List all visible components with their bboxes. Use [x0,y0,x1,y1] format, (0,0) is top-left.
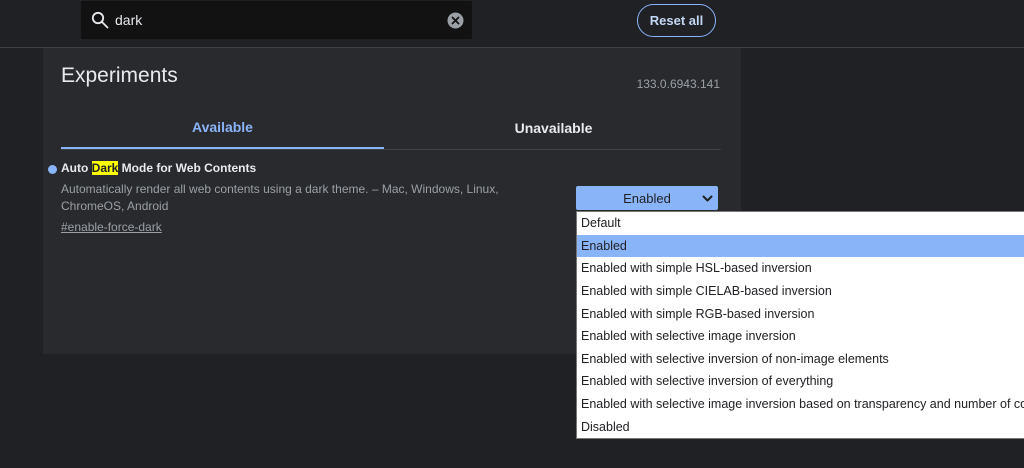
flag-title-prefix: Auto [61,161,92,175]
flag-title: Auto Dark Mode for Web Contents [61,161,256,175]
page-title: Experiments [61,64,178,87]
tab-available[interactable]: Available [61,106,384,149]
select-dropdown-list: Default Enabled Enabled with simple HSL-… [576,211,1024,439]
version-label: 133.0.6943.141 [636,77,720,91]
flag-description: Automatically render all web contents us… [61,182,499,213]
modified-indicator-dot [48,165,57,174]
search-box[interactable] [81,1,472,39]
dropdown-option[interactable]: Enabled with selective image inversion [577,325,1024,348]
tab-bar: Available Unavailable [61,106,721,150]
dropdown-option[interactable]: Enabled with simple HSL-based inversion [577,257,1024,280]
dropdown-option[interactable]: Enabled with selective inversion of ever… [577,370,1024,393]
clear-search-icon[interactable] [447,12,464,29]
flag-title-suffix: Mode for Web Contents [118,161,257,175]
dropdown-option[interactable]: Enabled with simple RGB-based inversion [577,302,1024,325]
flag-state-select[interactable]: Enabled [576,186,718,210]
search-input[interactable] [115,1,435,39]
flag-permalink[interactable]: #enable-force-dark [61,220,162,234]
dropdown-option[interactable]: Default [577,212,1024,235]
dropdown-option[interactable]: Enabled with selective image inversion b… [577,393,1024,416]
search-icon [91,11,109,29]
tab-unavailable[interactable]: Unavailable [392,106,715,149]
dropdown-option[interactable]: Enabled with simple CIELAB-based inversi… [577,280,1024,303]
chevron-down-icon [702,195,713,202]
dropdown-option[interactable]: Enabled with selective inversion of non-… [577,348,1024,371]
dropdown-option[interactable]: Enabled [577,234,1024,258]
search-match-highlight: Dark [91,161,119,175]
reset-all-button[interactable]: Reset all [637,4,716,37]
top-bar: Reset all [0,0,1024,48]
select-value: Enabled [623,190,671,206]
dropdown-option[interactable]: Disabled [577,415,1024,438]
